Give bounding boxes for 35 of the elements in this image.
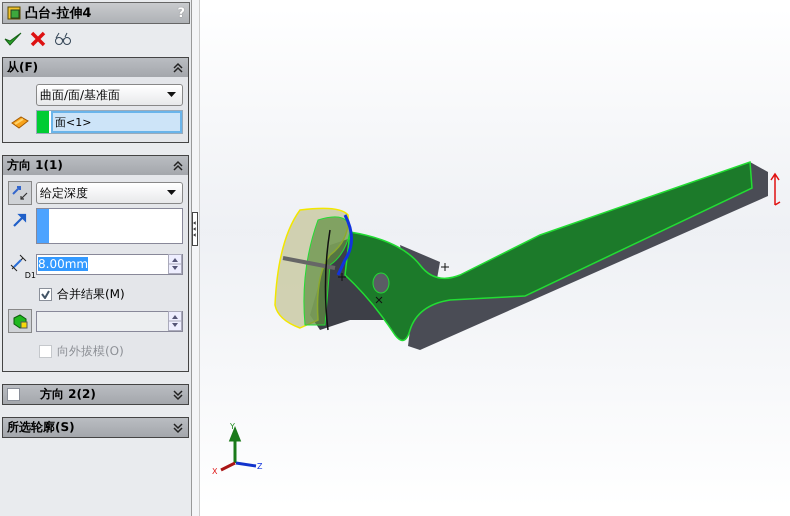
feature-scope-field[interactable]	[36, 310, 183, 332]
axis-label: X	[212, 467, 218, 476]
checkbox-label: 向外拔模(O)	[57, 343, 124, 360]
body-select-button[interactable]	[8, 309, 32, 333]
collapse-chevron-icon[interactable]	[172, 160, 184, 172]
panel-title: 凸台-拉伸4	[25, 5, 92, 22]
collapse-chevron-icon[interactable]	[172, 62, 184, 74]
checkbox-label: 合并结果(M)	[57, 286, 125, 303]
expand-chevron-icon[interactable]	[172, 422, 184, 434]
glasses-icon[interactable]	[54, 31, 72, 47]
color-swatch	[37, 111, 51, 133]
spinner-icon[interactable]	[168, 311, 182, 331]
start-condition-dropdown[interactable]: 曲面/面/基准面	[36, 84, 183, 106]
direction-arrow-icon	[12, 212, 28, 228]
reverse-arrows-icon	[11, 184, 29, 202]
cancel-icon[interactable]	[30, 31, 46, 47]
selection-field[interactable]: 面<1>	[51, 111, 182, 133]
expand-chevron-icon[interactable]	[172, 388, 184, 400]
direction-list[interactable]	[36, 208, 183, 244]
feature-icon	[7, 6, 21, 20]
ok-icon[interactable]	[4, 31, 22, 47]
checkbox[interactable]	[39, 288, 52, 301]
axis-label: Y	[230, 422, 235, 431]
pin-icon	[11, 115, 29, 129]
dimension-label: D1	[24, 271, 36, 280]
reverse-direction-button[interactable]	[8, 181, 32, 205]
dropdown-caret-icon[interactable]	[167, 92, 176, 98]
end-condition-dropdown[interactable]: 给定深度	[36, 182, 183, 204]
spinner-icon[interactable]	[168, 254, 182, 274]
axis-label: Z	[257, 462, 262, 471]
direction-arrow-icon	[770, 172, 781, 206]
dropdown-caret-icon[interactable]	[167, 190, 176, 196]
solid-body-icon	[12, 313, 28, 329]
section-checkbox[interactable]	[7, 388, 20, 401]
splitter-handle[interactable]	[192, 212, 198, 246]
